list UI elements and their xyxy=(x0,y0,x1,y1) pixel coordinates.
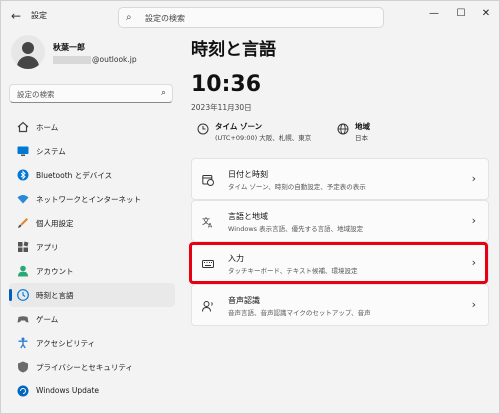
language-icon: 文A xyxy=(202,216,213,229)
sidebar-item-gaming[interactable]: ゲーム xyxy=(9,307,175,331)
globe-clock-icon xyxy=(197,123,209,135)
sidebar-item-time-language[interactable]: 時刻と言語 xyxy=(9,283,175,307)
sidebar-item-label: ホーム xyxy=(36,123,59,132)
avatar[interactable] xyxy=(11,35,45,69)
search-icon: ⌕ xyxy=(126,12,132,23)
sidebar-item-label: ネットワークとインターネット xyxy=(36,195,141,204)
system-icon xyxy=(17,146,29,156)
active-indicator xyxy=(9,289,12,301)
sidebar-item-home[interactable]: ホーム xyxy=(9,115,175,139)
minimize-icon[interactable]: — xyxy=(426,7,442,21)
language-region-card[interactable]: 文A 言語と地域 Windows 表示言語、優先する言語、地域設定 › xyxy=(191,200,489,242)
card-subtitle: Windows 表示言語、優先する言語、地域設定 xyxy=(228,225,364,233)
card-title: 音声認識 xyxy=(228,296,260,305)
chevron-right-icon: › xyxy=(471,172,476,185)
speech-card[interactable]: 音声認識 音声言語、音声認識マイクのセットアップ、音声 › xyxy=(191,284,489,326)
apps-icon xyxy=(18,241,29,252)
sidebar-item-network[interactable]: ネットワークとインターネット xyxy=(9,187,175,211)
sidebar-item-label: 個人用設定 xyxy=(36,219,74,228)
email-redaction xyxy=(53,56,91,64)
current-date: 2023年11月30日 xyxy=(191,103,252,112)
shield-icon xyxy=(18,361,28,373)
timezone-title: タイム ゾーン xyxy=(215,122,263,131)
sidebar-search-input[interactable]: 設定の検索 ⌕ xyxy=(9,84,173,103)
region-title: 地域 xyxy=(355,122,370,131)
top-search-placeholder: 設定の検索 xyxy=(145,14,185,23)
sidebar-item-privacy[interactable]: プライバシーとセキュリティ xyxy=(9,355,175,379)
current-time: 10:36 xyxy=(191,72,262,97)
sidebar-item-label: アカウント xyxy=(36,267,74,276)
sidebar-search-placeholder: 設定の検索 xyxy=(17,90,55,99)
chevron-right-icon: › xyxy=(471,298,476,311)
sidebar-item-label: Windows Update xyxy=(36,386,100,395)
keyboard-icon xyxy=(202,260,214,268)
close-icon[interactable]: ✕ xyxy=(478,7,494,21)
card-title: 日付と時刻 xyxy=(228,170,268,179)
chevron-right-icon: › xyxy=(471,214,476,227)
sidebar-item-label: 時刻と言語 xyxy=(36,291,74,300)
wifi-icon xyxy=(17,195,29,204)
top-search-box[interactable]: ⌕ 設定の検索 xyxy=(118,7,384,28)
globe-icon xyxy=(337,123,349,135)
card-title: 言語と地域 xyxy=(228,212,268,221)
sidebar-item-label: プライバシーとセキュリティ xyxy=(36,363,133,372)
sidebar-item-label: システム xyxy=(36,147,66,156)
accessibility-icon xyxy=(18,337,28,349)
sidebar-item-label: アプリ xyxy=(36,243,59,252)
date-time-card[interactable]: 日付と時刻 タイム ゾーン、時刻の自動設定、予定表の表示 › xyxy=(191,158,489,200)
typing-card[interactable]: 入力 タッチキーボード、テキスト候補、環境設定 › xyxy=(191,242,489,284)
user-email: @outlook.jp xyxy=(53,55,137,64)
home-icon xyxy=(17,121,29,133)
sidebar-item-label: Bluetooth とデバイス xyxy=(36,171,113,180)
time-language-icon xyxy=(17,289,29,301)
user-name: 秋葉一郎 xyxy=(53,43,85,52)
sidebar-item-accessibility[interactable]: アクセシビリティ xyxy=(9,331,175,355)
app-title: 設定 xyxy=(31,11,47,20)
sidebar-item-label: アクセシビリティ xyxy=(36,339,96,348)
sidebar-item-windows-update[interactable]: Windows Update xyxy=(9,379,175,403)
svg-text:A: A xyxy=(208,223,213,229)
sidebar-item-apps[interactable]: アプリ xyxy=(9,235,175,259)
card-title: 入力 xyxy=(228,254,244,263)
title-bar: ← 設定 ⌕ 設定の検索 — ☐ ✕ xyxy=(1,1,500,31)
account-icon xyxy=(18,265,28,277)
sidebar-item-personalization[interactable]: 個人用設定 xyxy=(9,211,175,235)
search-icon: ⌕ xyxy=(160,88,166,98)
sidebar-item-system[interactable]: システム xyxy=(9,139,175,163)
speech-icon xyxy=(202,301,213,312)
sidebar-item-bluetooth[interactable]: Bluetooth とデバイス xyxy=(9,163,175,187)
bluetooth-icon xyxy=(17,169,29,181)
timezone-value: (UTC+09:00) 大阪、札幌、東京 xyxy=(215,134,312,142)
sidebar-item-label: ゲーム xyxy=(36,315,59,324)
back-arrow-icon[interactable]: ← xyxy=(9,9,23,23)
chevron-right-icon: › xyxy=(471,256,476,269)
sidebar-item-accounts[interactable]: アカウント xyxy=(9,259,175,283)
gamepad-icon xyxy=(17,316,29,323)
brush-icon xyxy=(18,218,28,228)
maximize-icon[interactable]: ☐ xyxy=(453,7,469,21)
card-subtitle: タイム ゾーン、時刻の自動設定、予定表の表示 xyxy=(228,183,366,191)
card-subtitle: 音声言語、音声認識マイクのセットアップ、音声 xyxy=(228,309,371,317)
card-subtitle: タッチキーボード、テキスト候補、環境設定 xyxy=(228,267,358,275)
settings-window: ← 設定 ⌕ 設定の検索 — ☐ ✕ 秋葉一郎 @outlook.jp 設定の検… xyxy=(0,0,500,414)
region-value: 日本 xyxy=(355,134,368,142)
page-title: 時刻と言語 xyxy=(191,40,276,60)
calendar-clock-icon xyxy=(202,175,214,186)
update-icon xyxy=(17,385,29,397)
